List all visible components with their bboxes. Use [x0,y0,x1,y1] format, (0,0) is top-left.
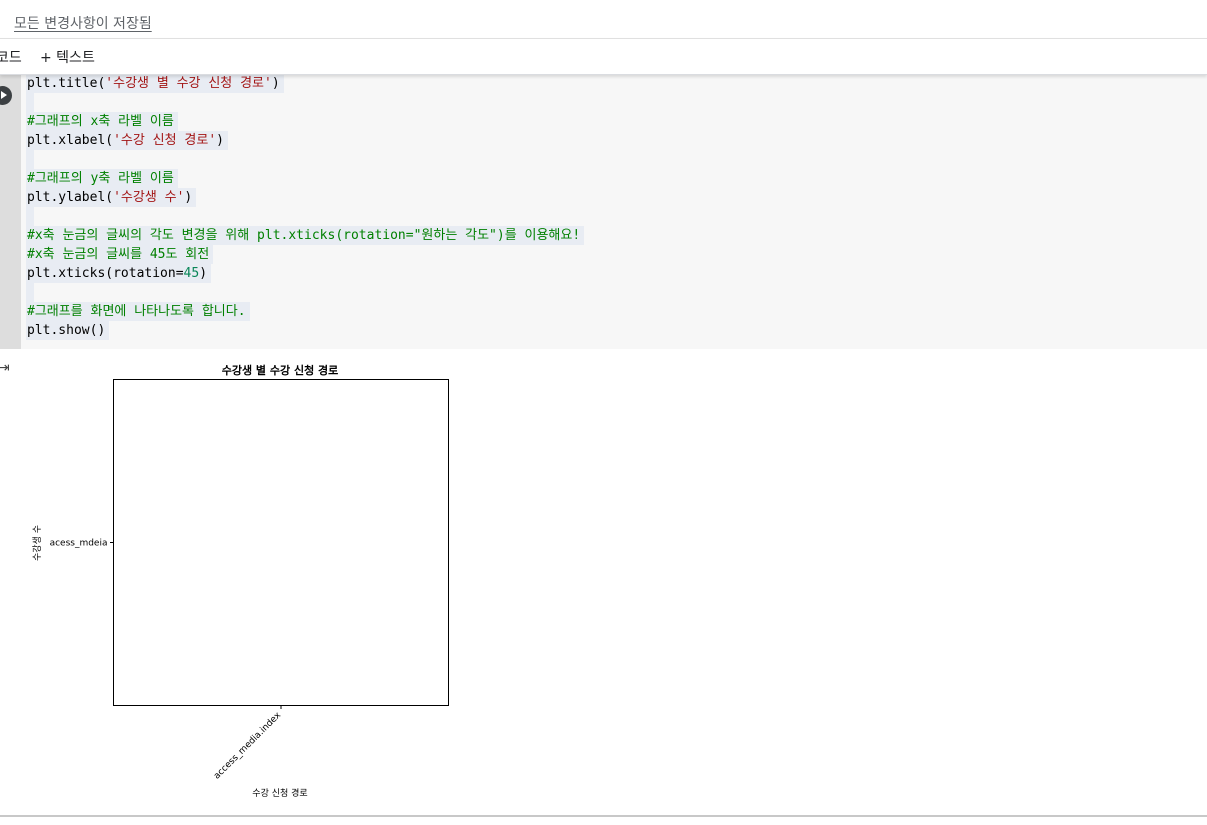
run-cell-button[interactable] [0,86,12,105]
code-token: plt.show() [27,323,106,338]
code-line[interactable]: plt.show() [26,321,110,340]
code-token: plt.xlabel( [27,133,114,148]
code-token: #x축 눈금의 글씨의 각도 변경을 위해 plt.xticks(rotatio… [27,228,581,243]
output-bottom-border [0,815,1207,817]
code-line[interactable]: #x축 눈금의 글씨의 각도 변경을 위해 plt.xticks(rotatio… [26,226,585,245]
add-text-button[interactable]: + 텍스트 [40,47,95,67]
y-axis-label: 수강생 수 [32,525,43,561]
code-token: '수강생 수' [113,190,185,205]
code-token: plt.title( [27,76,106,91]
chart-title: 수강생 별 수강 신청 경로 [222,363,339,377]
code-token: ) [216,133,224,148]
code-token: #x축 눈금의 글씨를 45도 회전 [27,247,210,262]
code-token: plt.ylabel( [27,190,114,205]
code-token: '수강생 별 수강 신청 경로' [105,76,272,91]
code-line[interactable]: #x축 눈금의 글씨를 45도 회전 [26,245,214,264]
code-token: #그래프를 화면에 나타나도록 합니다. [27,304,246,319]
code-token: plt.xticks(rotation= [27,266,184,281]
x-tick-label: access_media.index [212,710,283,781]
code-token: 45 [183,266,200,281]
code-token: #그래프의 x축 라벨 이름 [27,114,174,129]
code-line[interactable] [26,207,34,226]
code-token: '수강 신청 경로' [113,133,217,148]
code-line[interactable]: plt.xlabel('수강 신청 경로') [26,131,228,150]
x-axis-label: 수강 신청 경로 [252,787,307,799]
notebook-toolbar: 코드 + 텍스트 [0,38,1207,75]
y-tick-label: acess_mdeia [50,539,108,549]
chart: 수강생 별 수강 신청 경로 acess_mdeia access_media.… [32,363,449,799]
code-line[interactable]: plt.ylabel('수강생 수') [26,188,197,207]
code-line[interactable]: #그래프의 y축 라벨 이름 [26,169,178,188]
code-token: ) [271,76,280,91]
code-line[interactable]: #그래프의 x축 라벨 이름 [26,112,178,131]
x-axis-ticks: access_media.index [212,705,284,782]
code-token: ) [199,266,208,281]
plot-area [113,379,449,706]
code-line[interactable]: plt.title('수강생 별 수강 신청 경로') [26,74,284,93]
add-code-button[interactable]: 코드 [0,47,22,67]
code-line[interactable] [26,93,34,112]
code-cell[interactable]: plt.title('수강생 별 수강 신청 경로') #그래프의 x축 라벨 이… [0,74,1207,349]
code-token: #그래프의 y축 라벨 이름 [27,171,174,186]
code-line[interactable]: #그래프를 화면에 나타나도록 합니다. [26,302,250,321]
code-line[interactable]: plt.xticks(rotation=45) [26,264,212,283]
code-line[interactable] [26,283,34,302]
y-axis-ticks: acess_mdeia [50,539,114,549]
code-line[interactable] [26,150,34,169]
save-status-link[interactable]: 모든 변경사항이 저장됨 [14,13,152,33]
code-token: ) [184,190,193,205]
cell-gutter [0,74,21,349]
